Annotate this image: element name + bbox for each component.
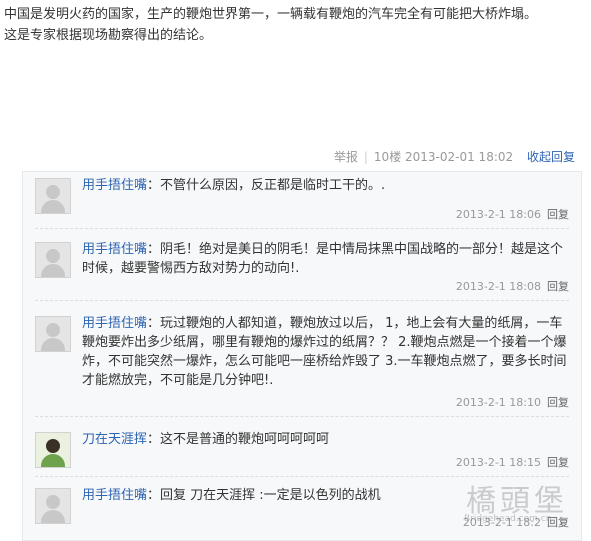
- reply-username[interactable]: 刀在天涯挥: [82, 432, 147, 447]
- reply-time: 2013-2-1 18:10: [455, 396, 541, 409]
- reply-button[interactable]: 回复: [547, 208, 569, 221]
- avatar-icon[interactable]: [35, 432, 71, 468]
- reply-username[interactable]: 用手捂住嘴: [82, 316, 147, 331]
- reply-item: 用手捂住嘴：阴毛！绝对是美日的阴毛！是中情局抹黑中国战略的一部分！越是这个时候，…: [35, 236, 569, 301]
- reply-content: 用手捂住嘴：阴毛！绝对是美日的阴毛！是中情局抹黑中国战略的一部分！越是这个时候，…: [82, 242, 564, 276]
- reply-item: 刀在天涯挥：这不是普通的鞭炮呵呵呵呵呵 2013-2-1 18:15 回复: [35, 426, 569, 477]
- reply-content: 用手捂住嘴：回复 刀在天涯挥 :一定是以色列的战机: [82, 488, 381, 503]
- reply-footer: 2013-2-1 18:2 回复: [463, 514, 569, 530]
- reply-username[interactable]: 用手捂住嘴: [82, 242, 147, 257]
- reply-text: 玩过鞭炮的人都知道，鞭炮放过以后， 1，地上会有大量的纸屑，一车鞭炮要炸出多少纸…: [82, 316, 567, 388]
- report-link[interactable]: 举报: [334, 150, 358, 164]
- reply-panel: 用手捂住嘴：不管什么原因，反正都是临时工干的。. 2013-2-1 18:06 回…: [22, 171, 582, 541]
- reply-footer: 2013-2-1 18:15 回复: [456, 454, 569, 470]
- reply-button[interactable]: 回复: [547, 456, 569, 469]
- reply-button[interactable]: 回复: [547, 516, 569, 529]
- floor-meta-bar: 举报 | 10楼 2013-02-01 18:02 收起回复: [334, 147, 575, 167]
- avatar-icon[interactable]: [35, 316, 71, 352]
- reply-content: 用手捂住嘴：不管什么原因，反正都是临时工干的。.: [82, 178, 386, 193]
- floor-time: 10楼 2013-02-01 18:02: [373, 150, 514, 164]
- reply-text: 这不是普通的鞭炮呵呵呵呵呵: [160, 432, 330, 447]
- collapse-replies-link[interactable]: 收起回复: [527, 150, 575, 164]
- reply-button[interactable]: 回复: [547, 280, 569, 293]
- avatar-icon[interactable]: [35, 488, 71, 524]
- reply-time: 2013-2-1 18:06: [455, 208, 541, 221]
- reply-footer: 2013-2-1 18:06 回复: [456, 206, 569, 222]
- meta-separator: |: [363, 150, 368, 164]
- avatar-icon[interactable]: [35, 178, 71, 214]
- reply-time: 2013-2-1 18:08: [455, 280, 541, 293]
- reply-footer: 2013-2-1 18:10 回复: [456, 394, 569, 410]
- reply-text: 阴毛！绝对是美日的阴毛！是中情局抹黑中国战略的一部分！越是这个时候，越要警惕西方…: [82, 242, 564, 276]
- reply-content: 用手捂住嘴：玩过鞭炮的人都知道，鞭炮放过以后， 1，地上会有大量的纸屑，一车鞭炮…: [82, 316, 567, 388]
- reply-button[interactable]: 回复: [547, 396, 569, 409]
- reply-item: 用手捂住嘴：不管什么原因，反正都是临时工干的。. 2013-2-1 18:06 回…: [35, 172, 569, 229]
- reply-content: 刀在天涯挥：这不是普通的鞭炮呵呵呵呵呵: [82, 432, 330, 447]
- reply-username[interactable]: 用手捂住嘴: [82, 488, 147, 503]
- reply-time: 2013-2-1 18:2: [462, 516, 541, 529]
- post-text: 中国是发明火药的国家，生产的鞭炮世界第一，一辆载有鞭炮的汽车完全有可能把大桥炸塌…: [4, 4, 589, 46]
- post-line-1: 中国是发明火药的国家，生产的鞭炮世界第一，一辆载有鞭炮的汽车完全有可能把大桥炸塌…: [4, 7, 538, 22]
- reply-item: 用手捂住嘴：回复 刀在天涯挥 :一定是以色列的战机 2013-2-1 18:2 回…: [35, 482, 569, 532]
- reply-footer: 2013-2-1 18:08 回复: [456, 278, 569, 294]
- avatar-icon[interactable]: [35, 242, 71, 278]
- reply-text: 回复 刀在天涯挥 :一定是以色列的战机: [160, 488, 381, 503]
- post-line-2: 这是专家根据现场勘察得出的结论。: [4, 28, 213, 43]
- reply-username[interactable]: 用手捂住嘴: [82, 178, 147, 193]
- reply-time: 2013-2-1 18:15: [455, 456, 541, 469]
- reply-item: 用手捂住嘴：玩过鞭炮的人都知道，鞭炮放过以后， 1，地上会有大量的纸屑，一车鞭炮…: [35, 310, 569, 417]
- reply-text: 不管什么原因，反正都是临时工干的。.: [160, 178, 386, 193]
